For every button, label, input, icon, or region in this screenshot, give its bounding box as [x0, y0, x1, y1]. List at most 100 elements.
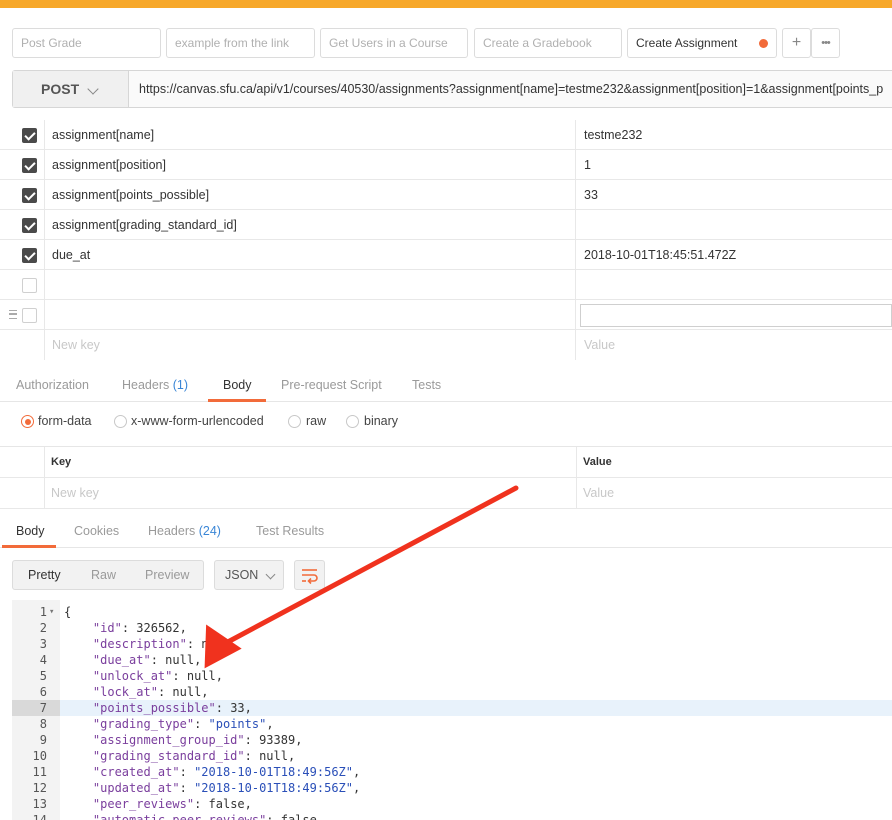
- param-key[interactable]: assignment[name]: [44, 120, 576, 150]
- preview-button[interactable]: Preview: [145, 561, 189, 589]
- json-key: "grading_standard_id": [92, 749, 245, 763]
- code-line: 2 "id": 326562,: [12, 620, 892, 636]
- fold-toggle-icon[interactable]: ▾: [49, 604, 54, 620]
- add-tab-button[interactable]: +: [782, 28, 811, 58]
- param-value[interactable]: [577, 270, 892, 300]
- code-text: "id": 326562,: [92, 621, 187, 635]
- radio-form-data-label[interactable]: form-data: [38, 414, 92, 428]
- line-number: 8: [39, 717, 47, 731]
- radio-raw[interactable]: [288, 415, 301, 428]
- tab-label: example from the link: [175, 36, 290, 50]
- param-checkbox[interactable]: [22, 128, 37, 143]
- raw-button[interactable]: Raw: [91, 561, 116, 589]
- drag-handle-icon[interactable]: [9, 310, 17, 319]
- line-number: 4: [39, 653, 47, 667]
- json-key: "automatic_peer_reviews": [92, 813, 267, 820]
- line-number: 11: [32, 765, 47, 779]
- tab-authorization[interactable]: Authorization: [16, 370, 89, 402]
- code-text: "description": null,: [92, 637, 238, 651]
- tab-label: Post Grade: [21, 36, 82, 50]
- url-input[interactable]: https://canvas.sfu.ca/api/v1/courses/405…: [139, 71, 892, 107]
- tab-create-a-gradebook[interactable]: Create a Gradebook: [474, 28, 622, 58]
- param-key[interactable]: assignment[grading_standard_id]: [44, 210, 576, 240]
- param-key[interactable]: assignment[position]: [44, 150, 576, 180]
- param-checkbox[interactable]: [22, 278, 37, 293]
- json-value: null: [186, 669, 216, 683]
- tab-post-grade[interactable]: Post Grade: [12, 28, 161, 58]
- line-number: 5: [39, 669, 47, 683]
- tab-prerequest-script[interactable]: Pre-request Script: [281, 370, 382, 402]
- response-tabs: Body Cookies Headers (24) Test Results: [0, 516, 892, 548]
- radio-urlencoded-label[interactable]: x-www-form-urlencoded: [131, 414, 264, 428]
- param-row: assignment[position] 1: [0, 150, 892, 180]
- form-data-new-row: New key Value: [0, 478, 892, 509]
- json-key: "grading_type": [92, 717, 195, 731]
- more-tabs-button[interactable]: •••: [811, 28, 840, 58]
- code-line: 6 "lock_at": null,: [12, 684, 892, 700]
- json-value: false: [208, 797, 245, 811]
- tab-get-users-in-a-course[interactable]: Get Users in a Course: [320, 28, 468, 58]
- request-section-tabs: Authorization Headers (1) Body Pre-reque…: [0, 370, 892, 402]
- radio-raw-label[interactable]: raw: [306, 414, 326, 428]
- method-label: POST: [41, 81, 80, 97]
- param-checkbox[interactable]: [22, 158, 37, 173]
- tab-body[interactable]: Body: [223, 370, 252, 402]
- value-column-header: Value: [583, 456, 612, 468]
- json-key: "due_at": [92, 653, 151, 667]
- line-number: 3: [39, 637, 47, 651]
- radio-binary-label[interactable]: binary: [364, 414, 398, 428]
- code-text: "created_at": "2018-10-01T18:49:56Z",: [92, 765, 361, 779]
- radio-urlencoded[interactable]: [114, 415, 127, 428]
- tab-test-results[interactable]: Test Results: [256, 516, 324, 548]
- tab-tests[interactable]: Tests: [412, 370, 441, 402]
- param-checkbox[interactable]: [22, 218, 37, 233]
- param-value[interactable]: 2018-10-01T18:45:51.472Z: [577, 240, 892, 270]
- param-row: [0, 270, 892, 300]
- json-key: "description": [92, 637, 187, 651]
- param-value[interactable]: testme232: [577, 120, 892, 150]
- radio-form-data[interactable]: [21, 415, 34, 428]
- param-key[interactable]: [44, 300, 576, 330]
- param-key[interactable]: due_at: [44, 240, 576, 270]
- param-checkbox[interactable]: [22, 188, 37, 203]
- new-value-input[interactable]: Value: [577, 330, 892, 360]
- param-value-input[interactable]: [580, 304, 892, 327]
- new-key-input[interactable]: New key: [44, 330, 576, 360]
- code-line: 9 "assignment_group_id": 93389,: [12, 732, 892, 748]
- tab-label: Get Users in a Course: [329, 36, 448, 50]
- param-checkbox[interactable]: [22, 248, 37, 263]
- response-body-viewer[interactable]: 1 ▾{2 "id": 326562, 3 "description": null,…: [12, 600, 892, 820]
- code-line: 7 "points_possible": 33,: [12, 700, 892, 716]
- code-line: 10 "grading_standard_id": null,: [12, 748, 892, 764]
- wrap-lines-button[interactable]: [294, 560, 325, 590]
- param-value[interactable]: [577, 210, 892, 240]
- pretty-button[interactable]: Pretty: [28, 561, 61, 589]
- code-text: "due_at": null,: [92, 653, 202, 667]
- param-new-row: New key Value: [0, 330, 892, 360]
- tab-response-headers[interactable]: Headers (24): [148, 516, 221, 548]
- unsaved-dot-icon: [759, 39, 768, 48]
- param-row: assignment[name] testme232: [0, 120, 892, 150]
- body-mode-radios: form-data x-www-form-urlencoded raw bina…: [0, 412, 892, 434]
- param-key[interactable]: assignment[points_possible]: [44, 180, 576, 210]
- radio-binary[interactable]: [346, 415, 359, 428]
- method-select[interactable]: POST: [13, 71, 129, 107]
- tab-label: Create Assignment: [636, 36, 738, 50]
- param-row: assignment[points_possible] 33: [0, 180, 892, 210]
- form-new-value-input[interactable]: Value: [577, 478, 892, 509]
- code-line: 11 "created_at": "2018-10-01T18:49:56Z",: [12, 764, 892, 780]
- json-value: "2018-10-01T18:49:56Z": [194, 781, 354, 795]
- param-key[interactable]: [44, 270, 576, 300]
- tab-headers[interactable]: Headers (1): [122, 370, 188, 402]
- tab-cookies[interactable]: Cookies: [74, 516, 119, 548]
- format-select[interactable]: JSON: [214, 560, 284, 590]
- param-checkbox[interactable]: [22, 308, 37, 323]
- param-value[interactable]: 1: [577, 150, 892, 180]
- tab-example-from-the-link[interactable]: example from the link: [166, 28, 315, 58]
- code-line: 1 ▾{: [12, 604, 892, 620]
- tab-create-assignment[interactable]: Create Assignment: [627, 28, 777, 58]
- tab-response-body[interactable]: Body: [16, 516, 45, 548]
- json-value: 33: [230, 701, 245, 715]
- form-new-key-input[interactable]: New key: [44, 478, 577, 509]
- param-value[interactable]: 33: [577, 180, 892, 210]
